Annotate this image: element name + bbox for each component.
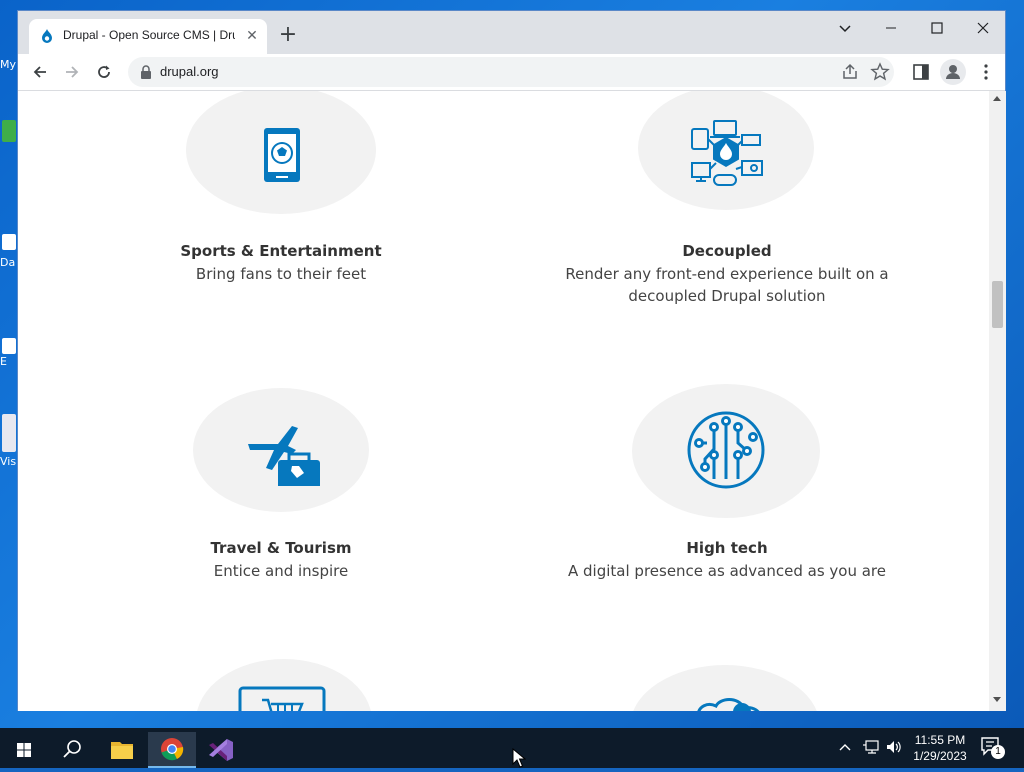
shopping-cart-icon: [238, 686, 326, 711]
share-icon[interactable]: [840, 62, 860, 82]
tab-strip: Drupal - Open Source CMS | Drupal.org ✕ …: [18, 11, 1005, 54]
arrow-left-icon: [33, 66, 46, 78]
page-content: Sports & Entertainment Bring fans to the…: [18, 91, 989, 711]
tab-close-button[interactable]: ✕: [243, 27, 261, 45]
desktop-app-icon[interactable]: [2, 414, 16, 452]
mobile-sports-icon: [264, 128, 300, 182]
folder-icon: [111, 742, 133, 759]
card-description: Bring fans to their feet: [195, 265, 367, 283]
card-description: Entice and inspire: [213, 562, 349, 580]
reload-icon: [98, 65, 110, 78]
clock-date: 1/29/2023: [913, 749, 967, 763]
volume-icon[interactable]: [885, 739, 903, 755]
arrow-right-icon: [66, 66, 79, 78]
plane-suitcase-icon: [248, 426, 320, 486]
address-bar[interactable]: drupal.org: [128, 57, 894, 87]
drupal-favicon-icon: [42, 29, 52, 43]
desktop-icon-label[interactable]: Vis: [0, 455, 18, 468]
card-description: A digital presence as advanced as you ar…: [568, 562, 886, 580]
scrollbar-thumb[interactable]: [992, 281, 1003, 328]
circuit-icon: [687, 411, 765, 489]
back-button[interactable]: [26, 58, 54, 86]
minimize-button[interactable]: [876, 16, 906, 42]
desktop-icon-label[interactable]: My: [0, 58, 18, 71]
card-title[interactable]: High tech: [574, 539, 880, 557]
more-menu-icon[interactable]: [976, 62, 996, 82]
visual-studio-icon: [209, 739, 233, 761]
file-explorer-button[interactable]: [98, 732, 146, 768]
tab-search-button[interactable]: [830, 16, 860, 42]
card-title[interactable]: Sports & Entertainment: [128, 242, 434, 260]
network-icon[interactable]: [862, 739, 880, 755]
profile-avatar[interactable]: [940, 59, 966, 85]
card-title[interactable]: Decoupled: [524, 242, 930, 260]
clock-time: 11:55 PM: [914, 733, 966, 747]
chrome-button[interactable]: [148, 732, 196, 768]
forward-button[interactable]: [58, 58, 86, 86]
desktop-file-icon[interactable]: [2, 338, 16, 354]
desktop-app-icon[interactable]: [2, 120, 16, 142]
start-button[interactable]: [0, 732, 48, 768]
maximize-button[interactable]: [922, 16, 952, 42]
minimize-icon: [886, 27, 896, 29]
close-icon: [977, 22, 989, 34]
search-icon: [63, 740, 81, 758]
desktop-icon-label[interactable]: E: [0, 355, 18, 368]
url-text[interactable]: drupal.org: [160, 64, 219, 79]
chevron-up-icon[interactable]: [838, 740, 852, 754]
browser-toolbar: drupal.org: [18, 54, 1005, 91]
browser-tab[interactable]: Drupal - Open Source CMS | Drupal.org ✕: [29, 19, 267, 54]
side-panel-icon[interactable]: [911, 62, 931, 82]
close-window-button[interactable]: [968, 16, 998, 42]
chrome-icon: [161, 738, 184, 761]
card-description: Render any front-end experience built on…: [565, 265, 889, 305]
browser-window: Drupal - Open Source CMS | Drupal.org ✕ …: [17, 10, 1006, 711]
visual-studio-button[interactable]: [197, 732, 245, 768]
vertical-scrollbar[interactable]: [989, 91, 1006, 711]
scroll-down-icon[interactable]: [993, 697, 1001, 702]
notification-count-badge: 1: [991, 745, 1005, 759]
new-tab-button[interactable]: +: [277, 24, 299, 46]
reload-button[interactable]: [90, 58, 118, 86]
devices-network-icon: [691, 120, 763, 186]
card-title[interactable]: Travel & Tourism: [128, 539, 434, 557]
bookmark-star-icon[interactable]: [870, 62, 890, 82]
notification-center-button[interactable]: 1: [980, 736, 1010, 760]
windows-logo-icon: [17, 743, 31, 757]
mouse-cursor-icon: [512, 748, 526, 768]
scroll-up-icon[interactable]: [993, 96, 1001, 101]
desktop-icon-label[interactable]: Da: [0, 256, 18, 269]
desktop-file-icon[interactable]: [2, 234, 16, 250]
lock-icon[interactable]: [140, 65, 152, 79]
chevron-down-icon: [839, 25, 851, 33]
maximize-icon: [931, 22, 943, 34]
person-icon: [946, 65, 960, 79]
cloud-icon: [697, 698, 760, 711]
search-button[interactable]: [48, 732, 96, 768]
system-clock[interactable]: 11:55 PM 1/29/2023: [904, 732, 976, 764]
tab-title: Drupal - Open Source CMS | Drupal.org: [63, 28, 235, 42]
